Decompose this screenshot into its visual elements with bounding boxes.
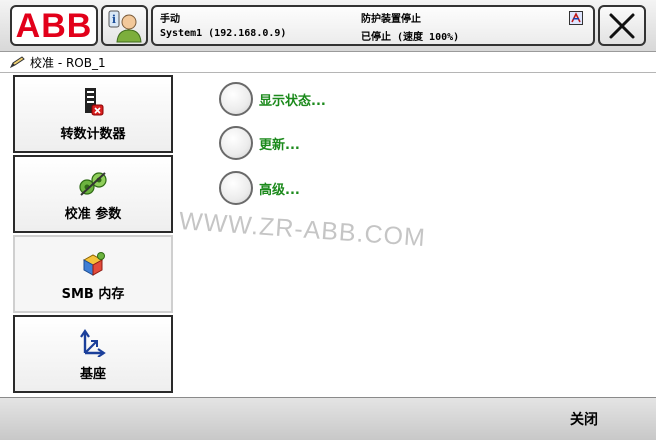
nav-base-frame[interactable]: 基座 [13,315,173,393]
bottom-bar: 关闭 [0,397,656,440]
nav-revolution-counters[interactable]: 转数计数器 [13,75,173,153]
update-label: 更新... [259,137,300,153]
advanced-radio[interactable] [219,171,253,205]
svg-text:i: i [111,13,115,26]
abb-menu-button[interactable]: ABB [10,5,98,46]
revolution-counter-icon [81,87,105,117]
safety-state-text: 防护装置停止 [361,14,421,25]
show-status-label: 显示状态... [259,93,326,109]
show-status-radio[interactable] [219,82,253,116]
operating-mode-text: 手动 [160,14,180,25]
abb-logo: ABB [15,6,93,45]
advanced-label: 高级... [259,182,300,198]
close-button[interactable]: 关闭 [538,398,630,440]
breadcrumb: 校准 - ROB_1 [0,52,656,73]
quickset-icon[interactable] [569,11,583,25]
watermark: WWW.ZR-ABB.COM [178,207,427,253]
top-bar: ABB i 手动 System1 (192.168.0.9) 防护装置停止 已停… [0,0,656,52]
nav-revolution-counters-label: 转数计数器 [60,126,126,142]
system-name-text: System1 (192.168.0.9) [160,28,287,39]
operator-user-icon: i [108,10,142,42]
smb-memory-icon [80,247,106,277]
close-icon [609,13,635,38]
nav-smb-memory-label: SMB 内存 [61,286,125,302]
calibration-parameters-icon [78,167,108,197]
nav-smb-memory[interactable]: SMB 内存 [13,235,173,313]
option-show-status[interactable]: 显示状态... [219,80,326,118]
close-window-button[interactable] [598,5,646,46]
run-state-text: 已停止 (速度 100%) [361,32,460,43]
base-frame-icon [80,327,106,357]
nav-base-frame-label: 基座 [79,366,106,382]
option-advanced[interactable]: 高级... [219,169,300,207]
nav-calibration-parameters-label: 校准 参数 [64,206,122,222]
option-update[interactable]: 更新... [219,124,300,162]
page-title: 校准 - ROB_1 [30,55,106,70]
nav-calibration-parameters[interactable]: 校准 参数 [13,155,173,233]
calibration-pencil-icon [10,56,26,68]
status-panel[interactable]: 手动 System1 (192.168.0.9) 防护装置停止 已停止 (速度 … [151,5,595,46]
update-radio[interactable] [219,126,253,160]
operator-window-button[interactable]: i [101,5,148,46]
